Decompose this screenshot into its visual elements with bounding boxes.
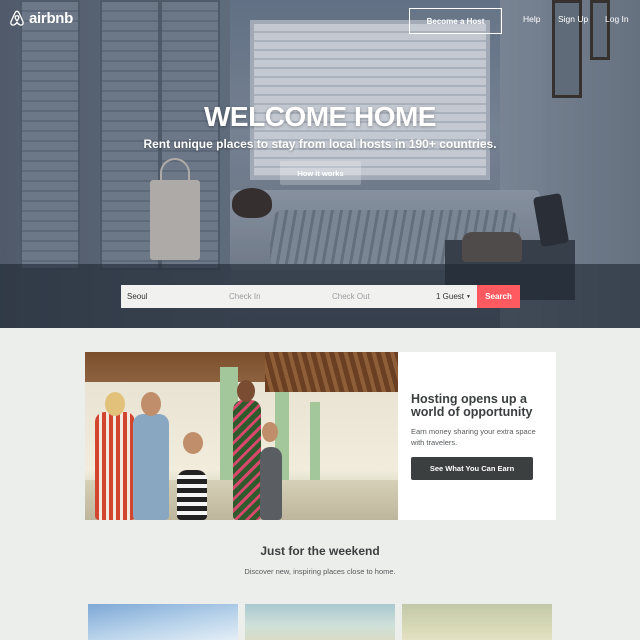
hosting-photo-child — [260, 447, 282, 520]
how-it-works-button[interactable]: How it works — [280, 161, 361, 185]
sign-up-link[interactable]: Sign Up — [558, 14, 588, 24]
log-in-link[interactable]: Log In — [605, 14, 629, 24]
hero-title: WELCOME HOME — [204, 101, 437, 132]
become-host-button[interactable]: Become a Host — [409, 8, 502, 34]
hosting-photo-person — [233, 400, 261, 520]
hosting-photo-child-head — [262, 422, 278, 442]
location-input[interactable]: Seoul — [127, 285, 147, 308]
hosting-photo — [85, 352, 398, 520]
hosting-photo-door — [310, 402, 320, 487]
weekend-subtitle: Discover new, inspiring places close to … — [244, 567, 396, 576]
check-in-input[interactable]: Check In — [229, 285, 261, 308]
hosting-photo-child — [177, 470, 207, 520]
logo[interactable]: airbnb — [8, 9, 73, 27]
weekend-title: Just for the weekend — [260, 544, 380, 558]
weekend-destination-tile[interactable] — [245, 604, 395, 640]
guests-select[interactable]: 1 Guest ▼ — [436, 285, 471, 308]
check-out-input[interactable]: Check Out — [332, 285, 370, 308]
airbnb-belo-icon — [10, 10, 24, 26]
hosting-photo-person-head — [105, 392, 125, 416]
hosting-description: Earn money sharing your extra space with… — [411, 427, 536, 447]
caret-down-icon: ▼ — [466, 293, 471, 300]
hosting-photo-person-head — [237, 380, 255, 402]
hosting-photo-child-head — [183, 432, 203, 454]
hosting-photo-person — [133, 414, 169, 520]
hosting-photo-ceiling — [265, 352, 398, 392]
see-what-you-can-earn-button[interactable]: See What You Can Earn — [411, 457, 533, 480]
logo-wordmark: airbnb — [29, 9, 74, 27]
help-link[interactable]: Help — [523, 14, 540, 24]
weekend-destination-tile[interactable] — [402, 604, 552, 640]
guests-select-value: 1 Guest — [436, 292, 465, 301]
hosting-card: Hosting opens up a world of opportunity … — [85, 352, 556, 520]
hero-subtitle: Rent unique places to stay from local ho… — [143, 137, 497, 151]
hosting-title: Hosting opens up a world of opportunity — [411, 392, 533, 419]
hosting-photo-person — [95, 412, 135, 520]
weekend-destination-tile[interactable] — [88, 604, 238, 640]
search-form: Seoul Check In Check Out 1 Guest ▼ — [121, 285, 477, 308]
search-button[interactable]: Search — [477, 285, 520, 308]
hosting-photo-person-head — [141, 392, 161, 416]
